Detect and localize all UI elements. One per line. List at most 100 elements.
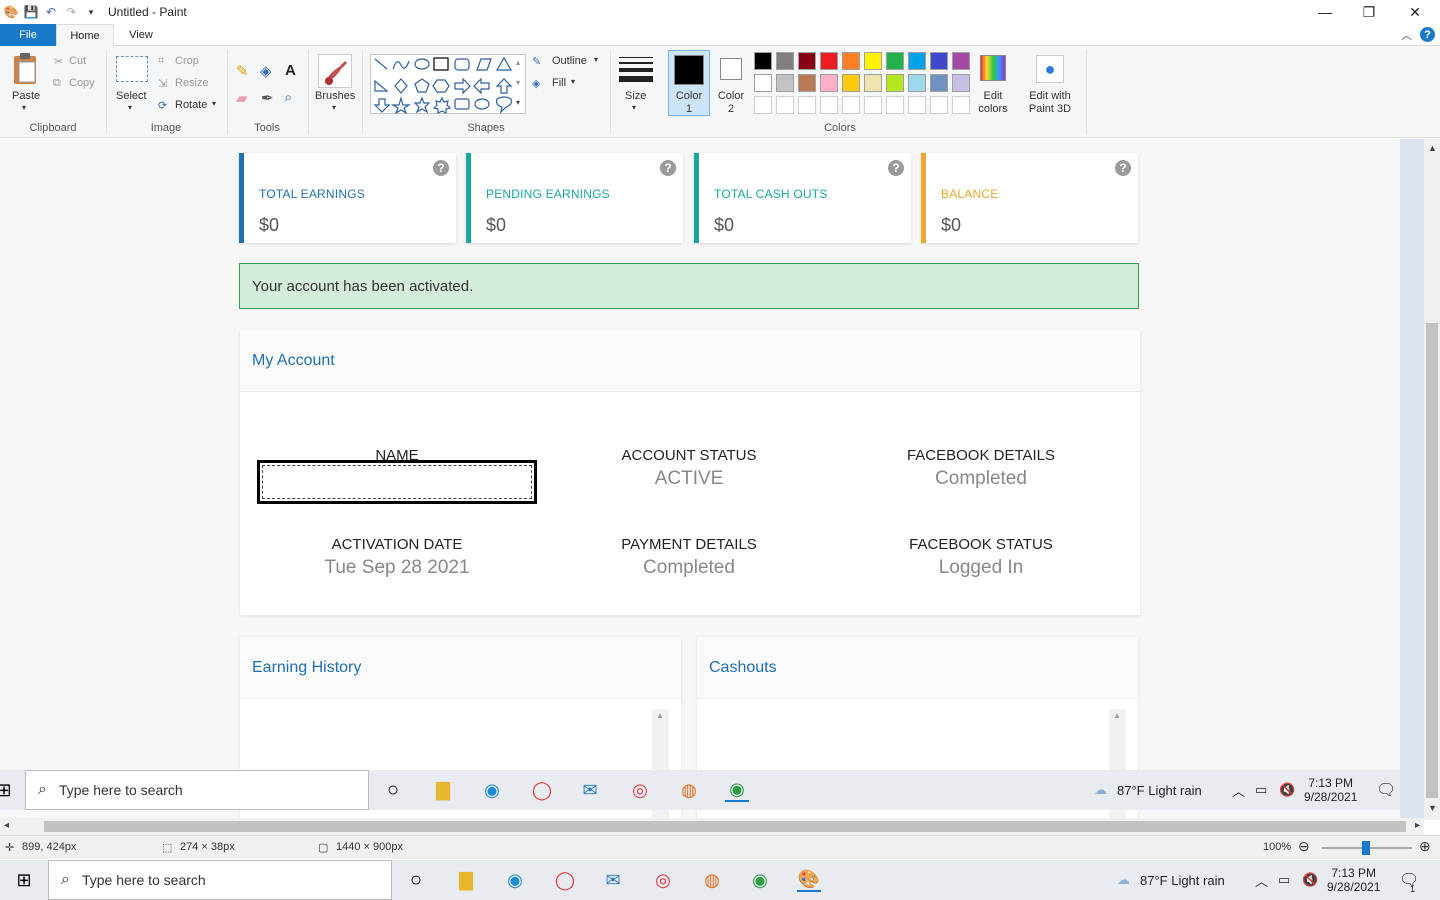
paint-horizontal-scrollbar[interactable]: ◂ ▸: [0, 818, 1424, 835]
volume-muted-icon[interactable]: 🔇: [1279, 770, 1295, 810]
paint-taskbar-icon[interactable]: 🎨: [797, 868, 821, 892]
shapes-scroll-up-icon[interactable]: ▴: [516, 58, 520, 67]
color-swatch[interactable]: [798, 74, 816, 92]
paint-vertical-scrollbar-thumb[interactable]: [1426, 323, 1438, 798]
outline-button[interactable]: Outline: [552, 55, 587, 67]
resize-button[interactable]: Resize: [175, 77, 209, 89]
app-icon[interactable]: ◍: [700, 868, 724, 892]
network-icon[interactable]: ▭: [1278, 860, 1290, 900]
fill-dropdown-icon[interactable]: ▾: [571, 77, 575, 86]
tab-file[interactable]: File: [0, 24, 56, 46]
color-swatch[interactable]: [820, 52, 838, 70]
redo-icon[interactable]: ↷: [62, 3, 80, 21]
color-swatch[interactable]: [952, 74, 970, 92]
shapes-scroll-down-icon[interactable]: ▾: [516, 78, 520, 87]
color-swatch[interactable]: [886, 96, 904, 114]
clock[interactable]: 7:13 PM 9/28/2021: [1327, 860, 1380, 900]
opera-icon[interactable]: ◯: [530, 778, 554, 802]
scroll-left-icon[interactable]: ◂: [4, 820, 9, 831]
color-swatch[interactable]: [798, 52, 816, 70]
color-swatch[interactable]: [908, 74, 926, 92]
edge-icon[interactable]: ◉: [480, 778, 504, 802]
paint-canvas[interactable]: TOTAL EARNINGS $0 ? PENDING EARNINGS $0 …: [0, 139, 1400, 820]
help-icon[interactable]: ?: [433, 160, 449, 176]
copy-button[interactable]: Copy: [69, 77, 95, 89]
undo-icon[interactable]: ↶: [42, 3, 60, 21]
zoom-in-icon[interactable]: ⊕: [1419, 838, 1431, 855]
network-icon[interactable]: ▭: [1255, 770, 1267, 810]
paint3d-icon[interactable]: ●: [1036, 55, 1064, 83]
minimize-button[interactable]: —: [1302, 0, 1348, 24]
brushes-dropdown-icon[interactable]: ▾: [332, 103, 336, 112]
paste-dropdown-icon[interactable]: ▾: [22, 103, 26, 112]
opera-gx-icon[interactable]: ◎: [628, 778, 652, 802]
brushes-button[interactable]: [318, 54, 352, 88]
maximize-button[interactable]: ❐: [1346, 0, 1392, 24]
outline-dropdown-icon[interactable]: ▾: [594, 55, 598, 64]
chrome-icon[interactable]: ◉: [748, 868, 772, 892]
magnifier-icon[interactable]: ⌕: [284, 89, 292, 106]
paste-button[interactable]: [10, 52, 42, 88]
notification-icon[interactable]: 🗨: [1376, 770, 1396, 810]
start-icon[interactable]: ⊞: [0, 778, 16, 802]
scroll-up-icon[interactable]: ▲: [656, 711, 664, 720]
color-swatch[interactable]: [930, 52, 948, 70]
pencil-icon[interactable]: ✎: [236, 62, 249, 80]
edit-paint3d-button[interactable]: Edit with Paint 3D: [1022, 90, 1078, 116]
color-swatch[interactable]: [776, 52, 794, 70]
help-icon[interactable]: ?: [660, 160, 676, 176]
paint-horizontal-scrollbar-thumb[interactable]: [44, 821, 1406, 832]
color-picker-icon[interactable]: ✒: [261, 89, 274, 107]
weather-widget[interactable]: ☁ 87°F Light rain: [1117, 860, 1225, 900]
scroll-up-icon[interactable]: ▲: [1113, 711, 1121, 720]
text-tool-icon[interactable]: A: [285, 62, 296, 79]
opera-gx-icon[interactable]: ◎: [651, 868, 675, 892]
task-view-icon[interactable]: ○: [381, 778, 405, 802]
zoom-out-icon[interactable]: ⊖: [1298, 838, 1310, 855]
volume-muted-icon[interactable]: 🔇: [1302, 860, 1318, 900]
color-swatch[interactable]: [776, 74, 794, 92]
color-swatch[interactable]: [886, 52, 904, 70]
edit-colors-button[interactable]: Edit colors: [976, 90, 1010, 116]
file-explorer-icon[interactable]: ▇: [431, 778, 455, 802]
color-swatch[interactable]: [842, 96, 860, 114]
mail-icon[interactable]: ✉: [601, 868, 625, 892]
tab-home[interactable]: Home: [56, 24, 114, 47]
paint-vertical-scrollbar[interactable]: ▲ ▼: [1424, 139, 1440, 820]
color-swatch[interactable]: [908, 96, 926, 114]
save-icon[interactable]: 💾: [22, 3, 40, 21]
select-dropdown-icon[interactable]: ▾: [128, 103, 132, 112]
paint-selection-box[interactable]: [257, 460, 537, 504]
opera-icon[interactable]: ◯: [553, 868, 577, 892]
color-swatch[interactable]: [798, 96, 816, 114]
scroll-right-icon[interactable]: ▸: [1415, 820, 1420, 831]
color2-swatch[interactable]: [720, 58, 742, 80]
color-swatch[interactable]: [754, 74, 772, 92]
color-swatch[interactable]: [908, 52, 926, 70]
color-swatch[interactable]: [820, 74, 838, 92]
tray-chevron-icon[interactable]: ︿: [1255, 860, 1268, 900]
zoom-slider-thumb[interactable]: [1362, 841, 1370, 855]
rotate-dropdown-icon[interactable]: ▾: [212, 99, 216, 108]
tab-view[interactable]: View: [114, 24, 168, 46]
color-swatch[interactable]: [864, 74, 882, 92]
color-swatch[interactable]: [842, 74, 860, 92]
color-swatch[interactable]: [952, 52, 970, 70]
zoom-slider[interactable]: [1322, 841, 1412, 855]
color-swatch[interactable]: [864, 96, 882, 114]
color-swatch[interactable]: [930, 74, 948, 92]
collapse-ribbon-icon[interactable]: ︿: [1401, 27, 1412, 43]
paint-app-icon[interactable]: 🎨: [2, 3, 20, 21]
color-swatch[interactable]: [886, 74, 904, 92]
app-icon[interactable]: ◍: [677, 778, 701, 802]
task-view-icon[interactable]: ○: [404, 868, 428, 892]
close-button[interactable]: ✕: [1392, 0, 1438, 24]
rotate-button[interactable]: Rotate: [175, 99, 207, 111]
size-icon[interactable]: [619, 56, 653, 84]
file-explorer-icon[interactable]: ▇: [454, 868, 478, 892]
color-swatch[interactable]: [930, 96, 948, 114]
fill-bucket-icon[interactable]: ◈: [260, 62, 272, 80]
shapes-gallery[interactable]: [370, 54, 526, 115]
select-button[interactable]: Select: [116, 90, 147, 102]
tray-chevron-icon[interactable]: ︿: [1232, 770, 1245, 810]
